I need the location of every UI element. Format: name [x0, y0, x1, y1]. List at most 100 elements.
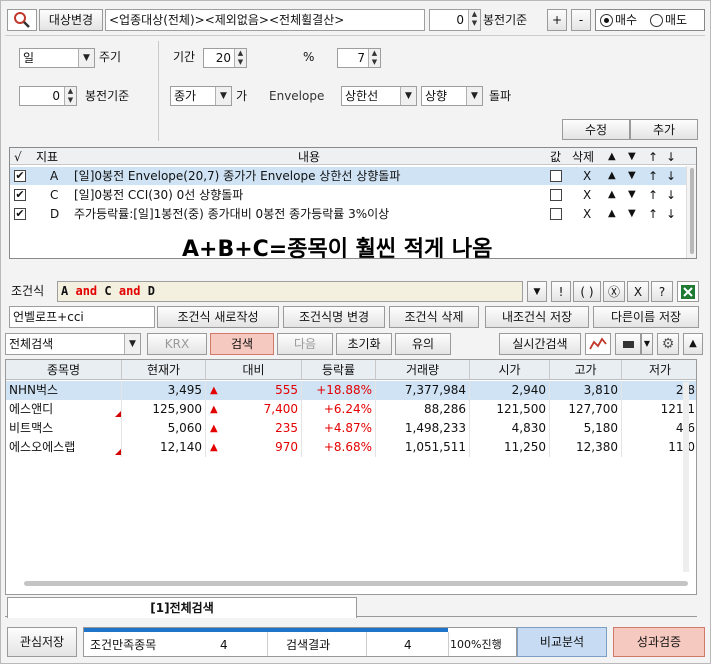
- save-as-button[interactable]: 다른이름 저장: [593, 306, 699, 328]
- layout-button[interactable]: [615, 333, 641, 355]
- period-unit-select[interactable]: 일 ▼: [19, 48, 95, 68]
- move-top-button[interactable]: ↑: [648, 205, 658, 223]
- clear-button[interactable]: X: [627, 281, 649, 302]
- chevron-down-icon[interactable]: ▼: [78, 49, 94, 67]
- col-header-price[interactable]: 현재가: [122, 360, 206, 380]
- caution-button[interactable]: 유의: [395, 333, 451, 355]
- condition-checkbox[interactable]: ✔: [14, 189, 26, 201]
- col-header-rate[interactable]: 등락률: [302, 360, 376, 380]
- krx-button[interactable]: KRX: [147, 333, 207, 355]
- target-filter-field[interactable]: <업종대상(전체)><제외없음><전체휠결산>: [105, 9, 425, 31]
- next-button[interactable]: 다음: [277, 333, 333, 355]
- stepper-arrows-icon[interactable]: ▲ ▼: [368, 49, 380, 67]
- delete-condition-set-button[interactable]: 조건식 삭제: [389, 306, 479, 328]
- table-row[interactable]: NHN벅스 3,495 ▲ 555 +18.88% 7,377,984 2,940…: [6, 381, 696, 400]
- move-down-button[interactable]: ▼: [628, 205, 636, 223]
- price-type-select[interactable]: 종가 ▼: [170, 86, 232, 106]
- table-row[interactable]: 에스앤디 125,900 ▲ 7,400 +6.24% 88,286 121,50…: [6, 400, 696, 419]
- col-header-change[interactable]: 대비: [206, 360, 302, 380]
- settings-bong-stepper[interactable]: 0 ▲ ▼: [19, 86, 77, 106]
- table-row[interactable]: 에스오에스랩 12,140 ▲ 970 +8.68% 1,051,511 11,2…: [6, 438, 696, 457]
- line-type-select[interactable]: 상한선 ▼: [341, 86, 417, 106]
- move-down-button[interactable]: ▼: [628, 186, 636, 204]
- realtime-search-button[interactable]: 실시간검색: [499, 333, 581, 355]
- not-button[interactable]: !: [551, 281, 571, 302]
- move-bottom-button[interactable]: ↓: [666, 167, 676, 185]
- delete-condition-button[interactable]: X: [583, 205, 591, 223]
- horizontal-scrollbar[interactable]: [24, 581, 688, 586]
- move-up-button[interactable]: ▲: [608, 186, 616, 204]
- percent-stepper[interactable]: 7 ▲ ▼: [337, 48, 381, 68]
- watchlist-save-button[interactable]: 관심저장: [7, 627, 77, 657]
- condition-name-field[interactable]: 언벨로프+cci: [9, 306, 155, 328]
- header-move-top: ↑: [648, 150, 659, 164]
- col-header-open[interactable]: 시가: [470, 360, 550, 380]
- compare-analysis-button[interactable]: 비교분석: [517, 627, 607, 657]
- formula-dropdown-button[interactable]: ▼: [527, 281, 547, 302]
- plus-button[interactable]: +: [547, 9, 567, 31]
- buy-radio[interactable]: [600, 14, 613, 27]
- paren-button[interactable]: ( ): [573, 281, 601, 302]
- condition-scrollbar[interactable]: [686, 166, 696, 258]
- chevron-down-icon[interactable]: ▼: [124, 334, 140, 354]
- target-change-button[interactable]: 대상변경: [39, 9, 103, 31]
- excel-export-button[interactable]: [677, 281, 699, 302]
- move-bottom-button[interactable]: ↓: [666, 205, 676, 223]
- add-button[interactable]: 추가: [630, 119, 698, 140]
- term-value: 20: [215, 51, 231, 65]
- value-checkbox[interactable]: [550, 189, 562, 201]
- move-top-button[interactable]: ↑: [648, 186, 658, 204]
- save-my-condition-button[interactable]: 내조건식 저장: [485, 306, 589, 328]
- move-up-button[interactable]: ▲: [608, 167, 616, 185]
- term-stepper[interactable]: 20 ▲ ▼: [203, 48, 247, 68]
- col-header-volume[interactable]: 거래량: [376, 360, 470, 380]
- search-button[interactable]: 검색: [210, 333, 274, 355]
- new-condition-button[interactable]: 조건식 새로작성: [157, 306, 279, 328]
- move-up-button[interactable]: ▲: [608, 205, 616, 223]
- col-header-high[interactable]: 고가: [550, 360, 622, 380]
- table-row[interactable]: 비트맥스 5,060 ▲ 235 +4.87% 1,498,233 4,830 5…: [6, 419, 696, 438]
- collapse-button[interactable]: ▲: [683, 333, 703, 355]
- rename-condition-button[interactable]: 조건식명 변경: [283, 306, 385, 328]
- col-header-name[interactable]: 종목명: [6, 360, 122, 380]
- scrollbar-thumb[interactable]: [690, 168, 694, 254]
- condition-checkbox[interactable]: ✔: [14, 208, 26, 220]
- chart-button[interactable]: [585, 333, 611, 355]
- stepper-arrows-icon[interactable]: ▲ ▼: [468, 10, 480, 30]
- help-button[interactable]: ?: [651, 281, 673, 302]
- match-count: 4: [220, 638, 228, 652]
- chevron-down-icon[interactable]: ▼: [215, 87, 231, 105]
- chevron-down-icon[interactable]: ▼: [400, 87, 416, 105]
- settings-button[interactable]: ⚙: [657, 333, 679, 355]
- chevron-down-icon[interactable]: ▼: [466, 87, 482, 105]
- tab-all-search[interactable]: [1]전체검색: [7, 597, 357, 618]
- stepper-arrows-icon[interactable]: ▲ ▼: [64, 87, 76, 105]
- sell-radio[interactable]: [650, 14, 663, 27]
- search-scope-select[interactable]: 전체검색 ▼: [5, 333, 141, 355]
- condition-row[interactable]: ✔ A [일]0봉전 Envelope(20,7) 종가가 Envelope 상…: [10, 167, 696, 185]
- layout-dropdown-button[interactable]: ▼: [641, 333, 653, 355]
- top-bong-stepper[interactable]: 0 ▲ ▼: [429, 9, 481, 31]
- condition-checkbox[interactable]: ✔: [14, 170, 26, 182]
- direction-select[interactable]: 상향 ▼: [421, 86, 483, 106]
- formula-field[interactable]: A and C and D: [57, 281, 523, 302]
- move-down-button[interactable]: ▼: [628, 167, 636, 185]
- delete-condition-button[interactable]: X: [583, 186, 591, 204]
- edit-button[interactable]: 수정: [562, 119, 630, 140]
- delete-condition-button[interactable]: X: [583, 167, 591, 185]
- open-cell: 11,250: [470, 438, 550, 457]
- circle-x-button[interactable]: Ⓧ: [603, 281, 625, 302]
- minus-button[interactable]: -: [571, 9, 591, 31]
- stepper-arrows-icon[interactable]: ▲ ▼: [234, 49, 246, 67]
- move-top-button[interactable]: ↑: [648, 167, 658, 185]
- move-bottom-button[interactable]: ↓: [666, 186, 676, 204]
- col-header-low[interactable]: 저가: [622, 360, 696, 380]
- reset-button[interactable]: 초기화: [336, 333, 392, 355]
- search-icon-button[interactable]: [7, 9, 37, 31]
- condition-row[interactable]: ✔ D 주가등락률:[일]1봉전(중) 종가대비 0봉전 종가등락률 3%이상 …: [10, 205, 696, 223]
- vertical-scrollbar[interactable]: [683, 382, 689, 572]
- value-checkbox[interactable]: [550, 170, 562, 182]
- value-checkbox[interactable]: [550, 208, 562, 220]
- condition-row[interactable]: ✔ C [일]0봉전 CCI(30) 0선 상향돌파 X ▲ ▼ ↑ ↓: [10, 186, 696, 204]
- performance-verify-button[interactable]: 성과검증: [613, 627, 705, 657]
